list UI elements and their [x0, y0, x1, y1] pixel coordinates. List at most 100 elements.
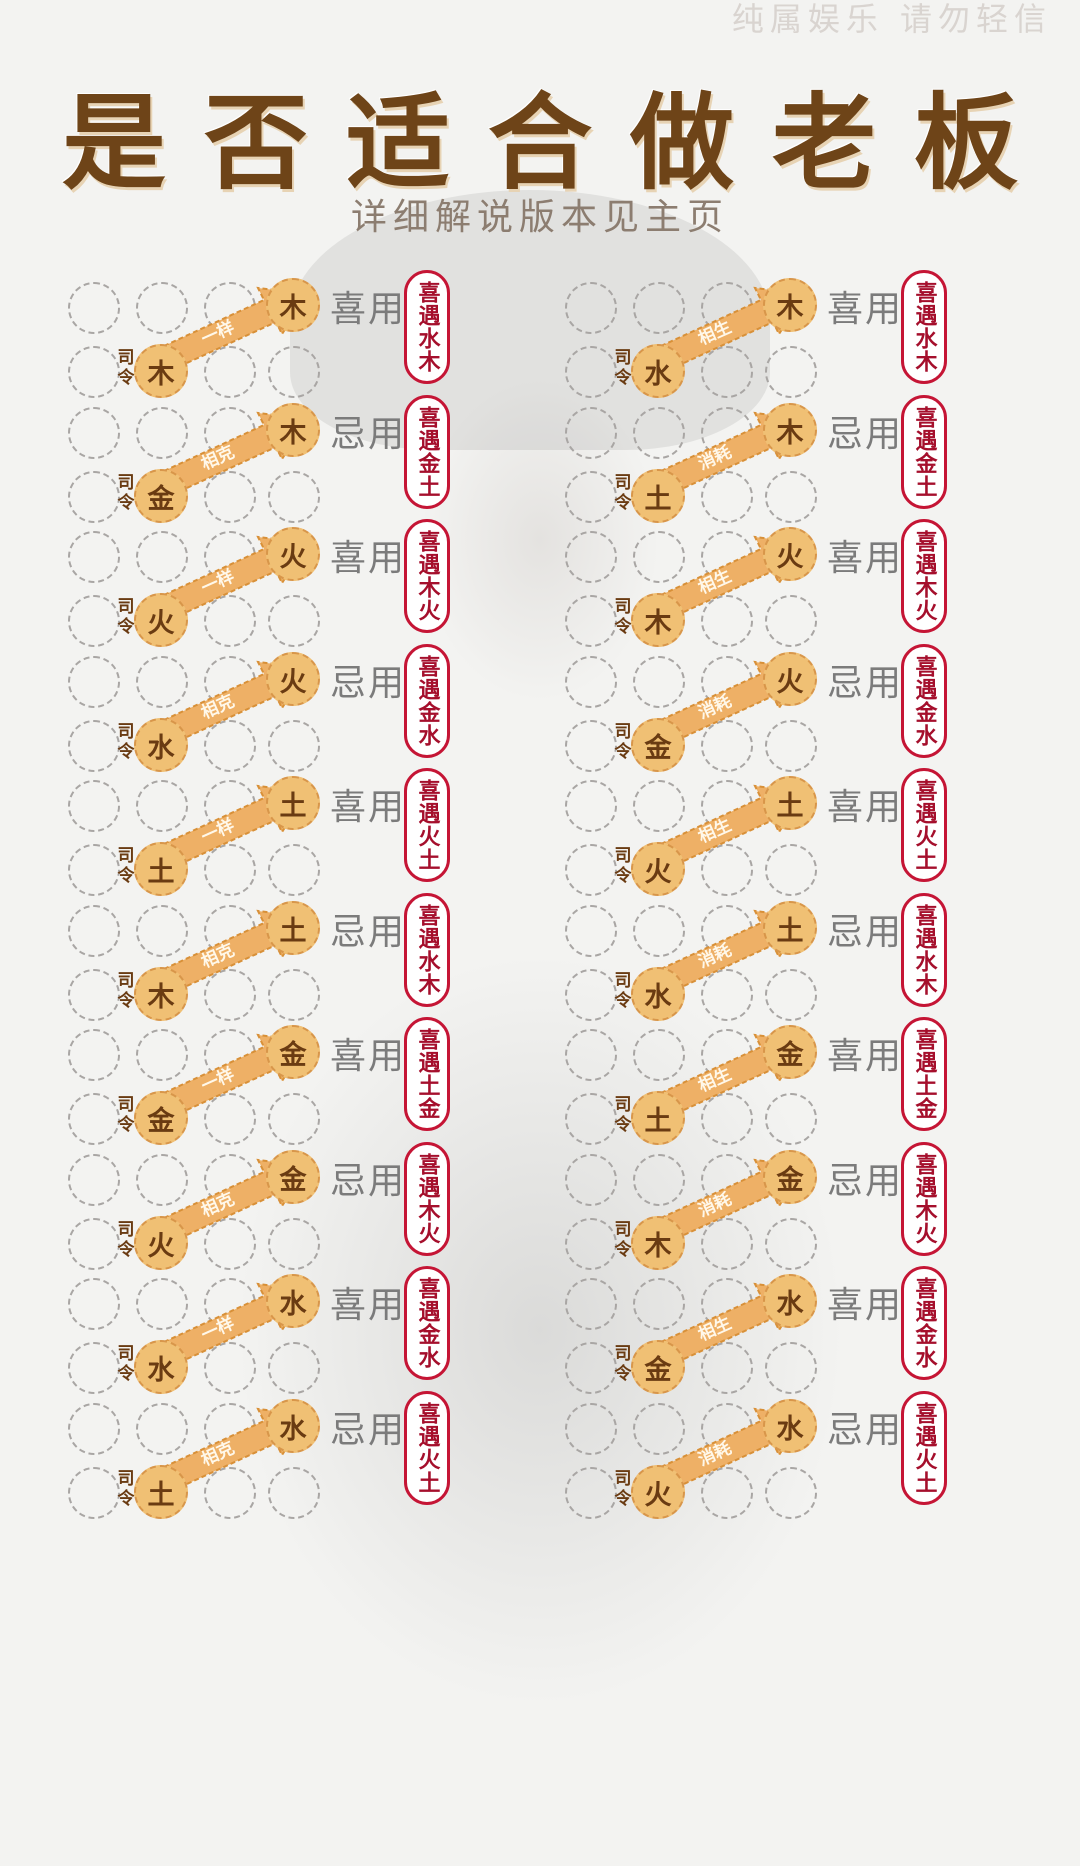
target-element: 木: [763, 278, 817, 332]
empty-circle: [68, 905, 120, 957]
target-element: 水: [763, 1274, 817, 1328]
siling-label: 司令: [116, 1469, 136, 1509]
disclaimer-watermark: 纯属娱乐 请勿轻信: [731, 0, 1052, 38]
empty-circle: [565, 282, 617, 334]
siling-label-text: 司令: [614, 1095, 632, 1135]
siling-label-text: 司令: [117, 846, 135, 886]
target-element: 木: [763, 403, 817, 457]
siling-label-text: 司令: [614, 1220, 632, 1260]
element-panel-right: 司令 相生 水 木 喜用 喜遇水木: [565, 270, 1045, 410]
siling-label-text: 司令: [614, 1344, 632, 1384]
target-element: 金: [266, 1025, 320, 1079]
usage-label: 喜用: [827, 1285, 904, 1326]
usage-label: 喜用: [330, 1036, 407, 1077]
empty-circle: [565, 720, 617, 772]
usage-label: 忌用: [330, 663, 407, 704]
empty-circle: [68, 1278, 120, 1330]
empty-circle: [565, 969, 617, 1021]
siling-label-text: 司令: [117, 1469, 135, 1509]
usage-label: 忌用: [827, 1410, 904, 1451]
element-panel-left: 司令 一样 火 火 喜用 喜遇木火: [68, 519, 548, 659]
siling-label: 司令: [116, 1344, 136, 1384]
empty-circle: [68, 1093, 120, 1145]
favorable-badge: 喜遇土金: [404, 1017, 450, 1131]
siling-label: 司令: [116, 348, 136, 388]
target-element: 火: [266, 652, 320, 706]
empty-circle: [565, 1278, 617, 1330]
favorable-badge: 喜遇金土: [404, 395, 450, 509]
siling-label-text: 司令: [117, 348, 135, 388]
favorable-badge: 喜遇水木: [404, 270, 450, 384]
siling-label: 司令: [613, 348, 633, 388]
empty-circle: [68, 969, 120, 1021]
usage-label: 忌用: [330, 1410, 407, 1451]
siling-label-text: 司令: [614, 846, 632, 886]
usage-label: 喜用: [827, 787, 904, 828]
siling-element: 木: [631, 593, 685, 647]
usage-label: 忌用: [330, 912, 407, 953]
siling-element: 金: [134, 469, 188, 523]
siling-label: 司令: [116, 1220, 136, 1260]
target-element: 水: [266, 1399, 320, 1453]
usage-label: 忌用: [330, 414, 407, 455]
empty-circle: [565, 1093, 617, 1145]
favorable-badge: 喜遇火土: [901, 768, 947, 882]
empty-circle: [565, 1467, 617, 1519]
favorable-badge: 喜遇木火: [901, 519, 947, 633]
favorable-badge: 喜遇火土: [901, 1391, 947, 1505]
empty-circle: [68, 282, 120, 334]
target-element: 水: [763, 1399, 817, 1453]
empty-circle: [68, 720, 120, 772]
usage-label: 忌用: [330, 1161, 407, 1202]
element-panel-left: 司令 相克 水 火 忌用 喜遇金水: [68, 644, 548, 784]
siling-element: 火: [134, 1216, 188, 1270]
empty-circle: [565, 905, 617, 957]
target-element: 火: [266, 527, 320, 581]
empty-circle: [565, 1403, 617, 1455]
siling-label: 司令: [116, 1095, 136, 1135]
empty-circle: [565, 407, 617, 459]
element-panel-right: 司令 相生 火 土 喜用 喜遇火土: [565, 768, 1045, 908]
element-panel-right: 司令 相生 木 火 喜用 喜遇木火: [565, 519, 1045, 659]
siling-element: 水: [631, 344, 685, 398]
element-panel-left: 司令 相克 土 水 忌用 喜遇火土: [68, 1391, 548, 1531]
siling-element: 金: [631, 1340, 685, 1394]
siling-label: 司令: [116, 971, 136, 1011]
siling-label-text: 司令: [614, 473, 632, 513]
target-element: 金: [266, 1150, 320, 1204]
favorable-badge: 喜遇金水: [901, 644, 947, 758]
empty-circle: [565, 1029, 617, 1081]
siling-label-text: 司令: [614, 1469, 632, 1509]
siling-element: 水: [631, 967, 685, 1021]
siling-label: 司令: [613, 722, 633, 762]
siling-element: 火: [134, 593, 188, 647]
siling-label: 司令: [613, 597, 633, 637]
siling-label: 司令: [613, 1469, 633, 1509]
element-panel-right: 司令 消耗 水 土 忌用 喜遇水木: [565, 893, 1045, 1033]
target-element: 木: [266, 403, 320, 457]
element-panel-left: 司令 相克 木 土 忌用 喜遇水木: [68, 893, 548, 1033]
empty-circle: [565, 1342, 617, 1394]
element-panel-left: 司令 相克 火 金 忌用 喜遇木火: [68, 1142, 548, 1282]
usage-label: 喜用: [827, 1036, 904, 1077]
favorable-badge: 喜遇火土: [404, 1391, 450, 1505]
siling-element: 土: [134, 1465, 188, 1519]
siling-label-text: 司令: [614, 597, 632, 637]
favorable-badge: 喜遇水木: [901, 270, 947, 384]
siling-element: 金: [631, 718, 685, 772]
siling-label-text: 司令: [117, 473, 135, 513]
siling-label: 司令: [613, 1344, 633, 1384]
usage-label: 喜用: [330, 787, 407, 828]
empty-circle: [565, 656, 617, 708]
empty-circle: [68, 1403, 120, 1455]
element-panel-left: 司令 一样 土 土 喜用 喜遇火土: [68, 768, 548, 908]
siling-label-text: 司令: [117, 971, 135, 1011]
target-element: 金: [763, 1025, 817, 1079]
target-element: 木: [266, 278, 320, 332]
siling-label: 司令: [613, 971, 633, 1011]
favorable-badge: 喜遇金水: [404, 1266, 450, 1380]
favorable-badge: 喜遇木火: [901, 1142, 947, 1256]
empty-circle: [565, 346, 617, 398]
usage-label: 喜用: [330, 1285, 407, 1326]
target-element: 土: [266, 901, 320, 955]
